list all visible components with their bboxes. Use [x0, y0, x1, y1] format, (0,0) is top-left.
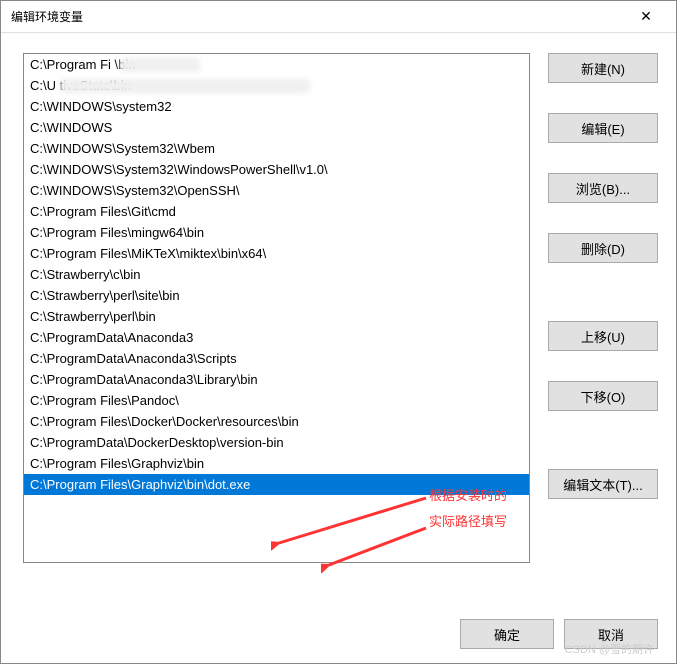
list-item[interactable]: C:\Program Files\MiKTeX\miktex\bin\x64\ — [24, 243, 529, 264]
list-item[interactable]: C:\Strawberry\perl\bin — [24, 306, 529, 327]
titlebar: 编辑环境变量 ✕ — [1, 1, 676, 33]
browse-button[interactable]: 浏览(B)... — [548, 173, 658, 203]
ok-button[interactable]: 确定 — [460, 619, 554, 649]
list-item[interactable]: C:\ProgramData\DockerDesktop\version-bin — [24, 432, 529, 453]
list-item[interactable]: C:\Program Fi \bin — [24, 54, 529, 75]
moveup-button[interactable]: 上移(U) — [548, 321, 658, 351]
window-title: 编辑环境变量 — [11, 8, 626, 25]
list-item[interactable]: C:\WINDOWS\System32\WindowsPowerShell\v1… — [24, 159, 529, 180]
new-button[interactable]: 新建(N) — [548, 53, 658, 83]
list-item[interactable]: C:\Program Files\Graphviz\bin — [24, 453, 529, 474]
close-icon[interactable]: ✕ — [626, 8, 666, 25]
movedown-button[interactable]: 下移(O) — [548, 381, 658, 411]
list-item[interactable]: C:\WINDOWS\System32\OpenSSH\ — [24, 180, 529, 201]
list-item[interactable]: C:\ProgramData\Anaconda3\Scripts — [24, 348, 529, 369]
list-item[interactable]: C:\Program Files\Pandoc\ — [24, 390, 529, 411]
edit-button[interactable]: 编辑(E) — [548, 113, 658, 143]
edittext-button[interactable]: 编辑文本(T)... — [548, 469, 658, 499]
button-column: 新建(N) 编辑(E) 浏览(B)... 删除(D) 上移(U) 下移(O) 编… — [548, 53, 658, 563]
content-area: C:\Program Fi \binC:\U tiveState\binC:\W… — [1, 33, 676, 573]
list-item[interactable]: C:\Program Files\Graphviz\bin\dot.exe — [24, 474, 529, 495]
list-item[interactable]: C:\WINDOWS\system32 — [24, 96, 529, 117]
list-item[interactable]: C:\Program Files\mingw64\bin — [24, 222, 529, 243]
list-item[interactable]: C:\Program Files\Docker\Docker\resources… — [24, 411, 529, 432]
watermark: CSDN @雪的期许 — [565, 641, 654, 657]
list-item[interactable]: C:\Strawberry\perl\site\bin — [24, 285, 529, 306]
list-item[interactable]: C:\WINDOWS — [24, 117, 529, 138]
list-item[interactable]: C:\WINDOWS\System32\Wbem — [24, 138, 529, 159]
list-item[interactable]: C:\U tiveState\bin — [24, 75, 529, 96]
list-item[interactable]: C:\ProgramData\Anaconda3 — [24, 327, 529, 348]
list-item[interactable]: C:\Strawberry\c\bin — [24, 264, 529, 285]
list-item[interactable]: C:\ProgramData\Anaconda3\Library\bin — [24, 369, 529, 390]
path-listbox[interactable]: C:\Program Fi \binC:\U tiveState\binC:\W… — [23, 53, 530, 563]
delete-button[interactable]: 删除(D) — [548, 233, 658, 263]
list-item[interactable]: C:\Program Files\Git\cmd — [24, 201, 529, 222]
